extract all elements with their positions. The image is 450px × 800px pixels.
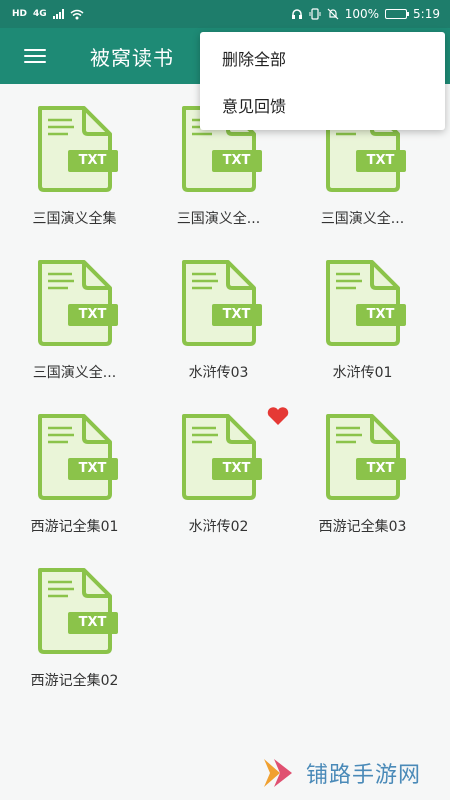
file-name: 水浒传03 bbox=[188, 365, 249, 381]
watermark-logo-icon bbox=[264, 759, 292, 787]
file-type-label: TXT bbox=[78, 153, 107, 168]
status-left: HD 4G bbox=[12, 9, 84, 20]
file-type-label: TXT bbox=[78, 307, 107, 322]
file-name: 三国演义全... bbox=[320, 211, 405, 227]
file-type-label: TXT bbox=[366, 461, 395, 476]
txt-file-icon: TXT bbox=[174, 258, 264, 348]
txt-file-icon: TXT bbox=[318, 412, 408, 502]
file-name: 三国演义全集 bbox=[32, 211, 117, 227]
hamburger-menu-button[interactable] bbox=[12, 33, 58, 79]
mute-bell-icon bbox=[327, 8, 339, 20]
watermark-text: 铺路手游网 bbox=[306, 763, 422, 788]
file-item[interactable]: TXT 西游记全集02 bbox=[3, 546, 146, 700]
menu-item-feedback[interactable]: 意见回馈 bbox=[200, 81, 445, 128]
hamburger-icon-line bbox=[24, 49, 46, 51]
battery-percent: 100% bbox=[344, 7, 380, 21]
watermark: 铺路手游网 bbox=[258, 750, 448, 796]
file-type-label: TXT bbox=[222, 461, 251, 476]
hamburger-icon-line bbox=[24, 61, 46, 63]
txt-file-icon: TXT bbox=[174, 407, 288, 502]
status-right: 100% 5:19 bbox=[291, 7, 440, 21]
hamburger-icon-line bbox=[24, 55, 46, 57]
file-name: 水浒传01 bbox=[332, 365, 393, 381]
file-item[interactable]: TXT 西游记全集01 bbox=[3, 392, 146, 546]
file-type-label: TXT bbox=[222, 307, 251, 322]
txt-file-icon: TXT bbox=[30, 104, 120, 194]
clock: 5:19 bbox=[413, 7, 440, 21]
file-item[interactable]: TXT 水浒传03 bbox=[147, 238, 290, 392]
network-type: 4G bbox=[33, 9, 47, 19]
file-type-label: TXT bbox=[222, 153, 251, 168]
file-name: 西游记全集02 bbox=[30, 673, 119, 689]
txt-file-icon: TXT bbox=[30, 258, 120, 348]
hd-indicator: HD bbox=[12, 9, 28, 19]
txt-file-icon: TXT bbox=[30, 412, 120, 502]
file-type-label: TXT bbox=[366, 307, 395, 322]
vibrate-icon bbox=[309, 8, 321, 20]
file-name: 西游记全集03 bbox=[318, 519, 407, 535]
file-name: 水浒传02 bbox=[188, 519, 249, 535]
file-type-label: TXT bbox=[78, 615, 107, 630]
file-name: 西游记全集01 bbox=[30, 519, 119, 535]
txt-file-icon: TXT bbox=[318, 258, 408, 348]
battery-icon bbox=[385, 9, 410, 19]
app-title: 被窝读书 bbox=[90, 45, 174, 70]
file-item[interactable]: TXT 水浒传02 bbox=[147, 392, 290, 546]
headphone-icon bbox=[291, 9, 302, 19]
signal-icon bbox=[52, 9, 64, 19]
overflow-menu: 删除全部 意见回馈 bbox=[200, 32, 445, 130]
file-type-label: TXT bbox=[78, 461, 107, 476]
txt-file-icon: TXT bbox=[30, 566, 120, 656]
file-name: 三国演义全... bbox=[176, 211, 261, 227]
file-item[interactable]: TXT 水浒传01 bbox=[291, 238, 434, 392]
menu-item-delete-all[interactable]: 删除全部 bbox=[200, 34, 445, 81]
file-name: 三国演义全... bbox=[32, 365, 117, 381]
wifi-icon bbox=[70, 9, 84, 19]
status-bar: HD 4G 100% 5:19 bbox=[0, 0, 450, 28]
file-item[interactable]: TXT 西游记全集03 bbox=[291, 392, 434, 546]
file-item[interactable]: TXT 三国演义全集 bbox=[3, 84, 146, 238]
file-type-label: TXT bbox=[366, 153, 395, 168]
file-item[interactable]: TXT 三国演义全... bbox=[3, 238, 146, 392]
